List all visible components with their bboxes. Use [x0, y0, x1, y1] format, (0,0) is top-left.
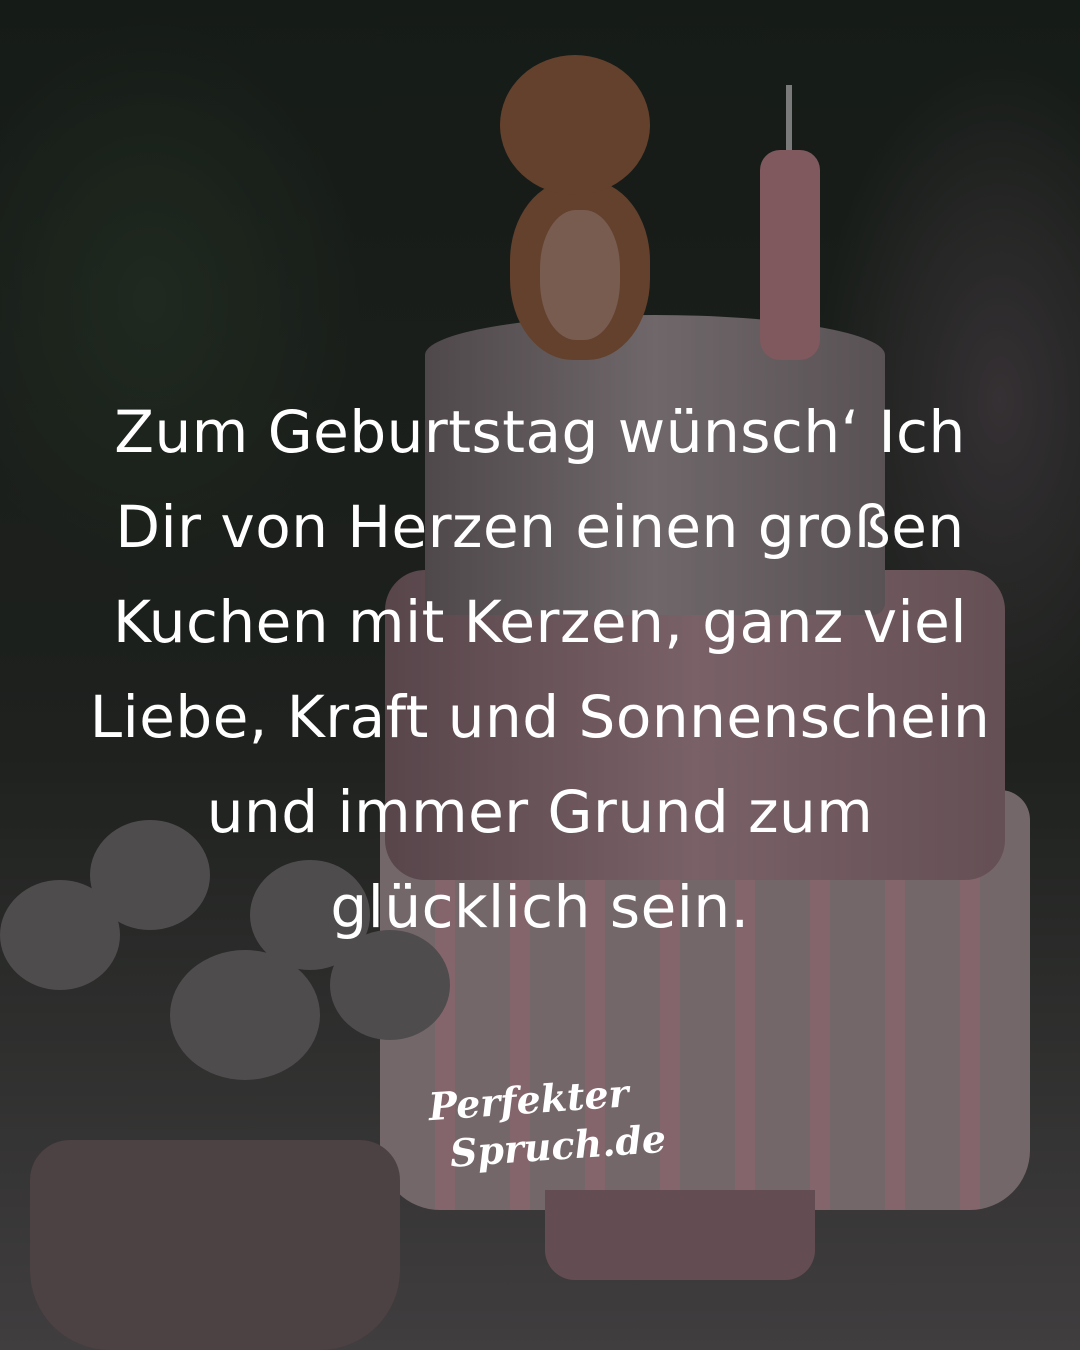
quote-line: Liebe, Kraft und Sonnenschein: [89, 683, 991, 751]
quote-line: glücklich sein.: [330, 873, 750, 941]
birthday-quote: Zum Geburtstag wünsch‘ Ich Dir von Herze…: [0, 385, 1080, 955]
quote-line: Dir von Herzen einen großen: [115, 493, 965, 561]
quote-line: Kuchen mit Kerzen, ganz viel: [113, 588, 967, 656]
quote-line: und immer Grund zum: [206, 778, 874, 846]
quote-line: Zum Geburtstag wünsch‘ Ich: [114, 398, 966, 466]
brand-logo: Perfekter Spruch.de: [427, 1067, 668, 1179]
